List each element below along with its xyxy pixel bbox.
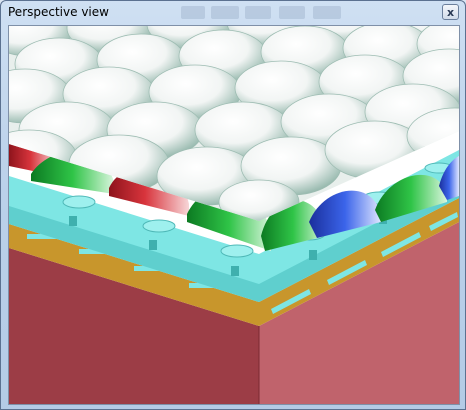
- title-bar[interactable]: Perspective view x: [1, 1, 465, 25]
- window-title: Perspective view: [8, 5, 109, 19]
- toolbar-ghost: [279, 6, 305, 19]
- toolbar-ghost: [211, 6, 239, 19]
- close-button[interactable]: x: [442, 4, 459, 20]
- 3d-viewport[interactable]: [8, 25, 460, 405]
- perspective-view-window: Perspective view x: [0, 0, 466, 410]
- toolbar-ghost: [181, 6, 205, 19]
- perspective-render: [9, 26, 459, 404]
- close-icon: x: [446, 5, 455, 19]
- toolbar-ghost: [245, 6, 271, 19]
- toolbar-ghost: [313, 6, 341, 19]
